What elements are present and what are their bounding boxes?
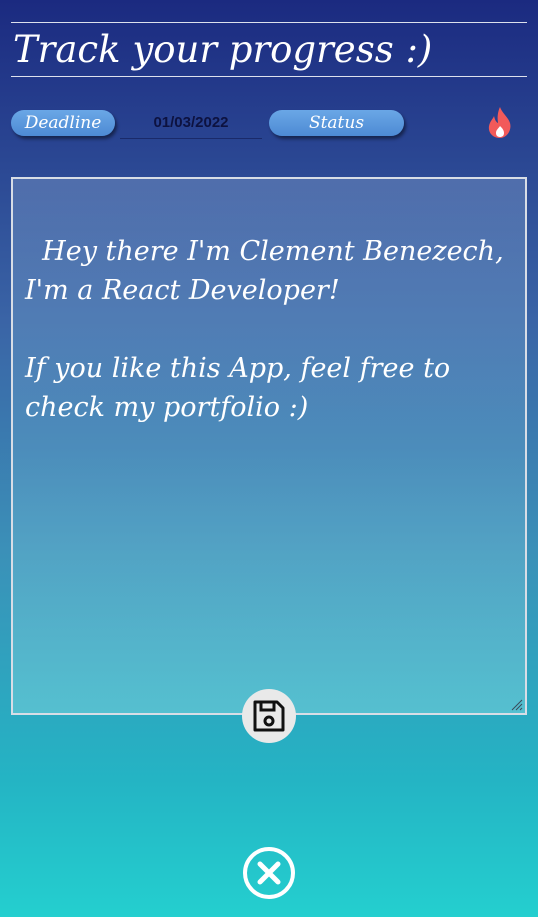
status-button[interactable]: Status xyxy=(269,110,404,136)
close-button[interactable] xyxy=(242,846,296,900)
save-button[interactable] xyxy=(242,689,296,743)
note-text: Hey there I'm Clement Benezech, I'm a Re… xyxy=(25,236,504,423)
resize-grip-icon[interactable] xyxy=(509,697,523,711)
note-textarea[interactable]: Hey there I'm Clement Benezech, I'm a Re… xyxy=(11,177,527,715)
title-bar: Track your progress :) xyxy=(11,22,527,77)
floppy-disk-icon xyxy=(253,700,285,732)
deadline-button[interactable]: Deadline xyxy=(11,110,115,136)
close-circle-icon xyxy=(243,847,295,899)
deadline-date-input[interactable]: 01/03/2022 xyxy=(120,110,262,139)
fire-icon[interactable] xyxy=(486,106,514,140)
page-title: Track your progress :) xyxy=(13,28,433,71)
